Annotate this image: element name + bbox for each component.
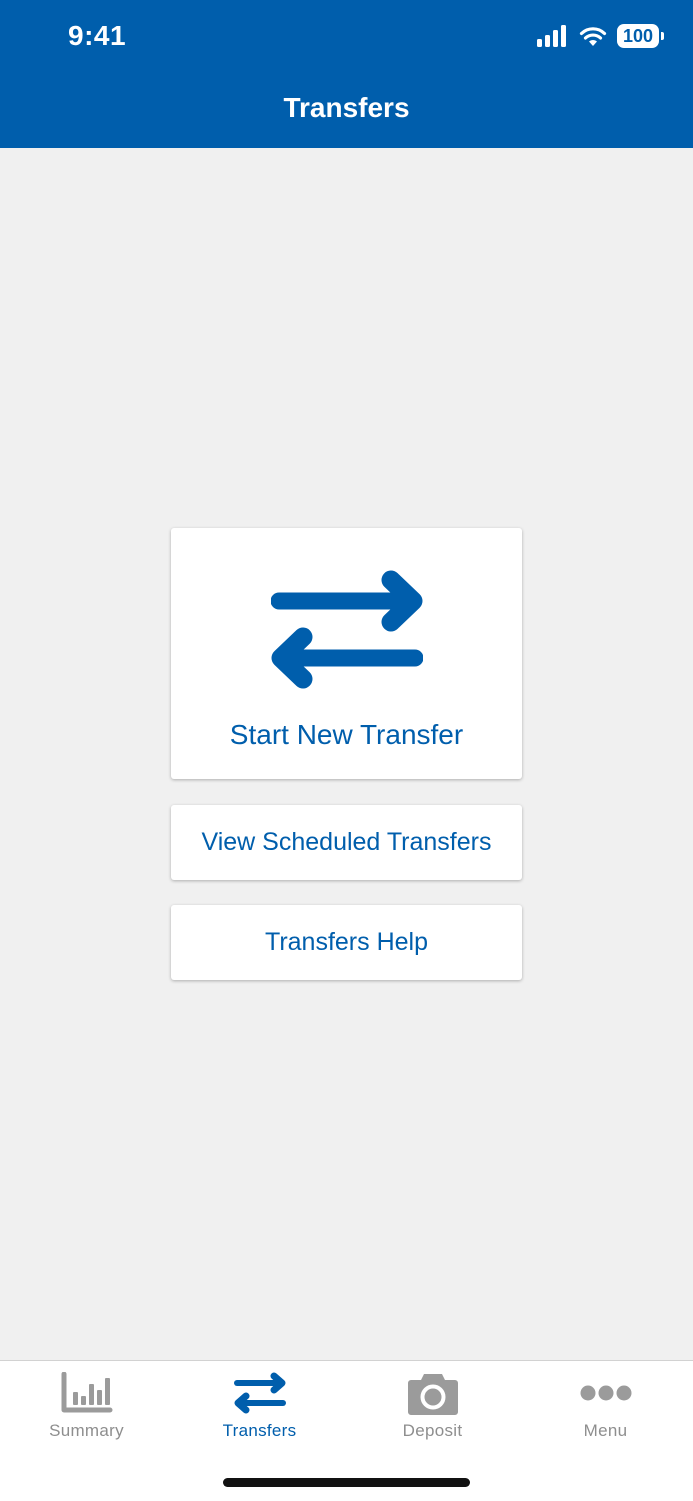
tab-deposit[interactable]: Deposit — [346, 1361, 519, 1461]
more-dots-icon — [519, 1371, 692, 1415]
transfer-arrows-icon — [173, 1371, 346, 1415]
transfers-help-button[interactable]: Transfers Help — [171, 905, 522, 980]
camera-icon — [346, 1371, 519, 1415]
status-icons: 100 — [537, 24, 664, 48]
view-scheduled-transfers-button[interactable]: View Scheduled Transfers — [171, 805, 522, 880]
battery-icon: 100 — [617, 24, 664, 48]
tab-transfers[interactable]: Transfers — [173, 1361, 346, 1461]
tab-menu[interactable]: Menu — [519, 1361, 692, 1461]
tab-menu-label: Menu — [583, 1421, 628, 1440]
status-time: 9:41 — [68, 20, 127, 51]
home-indicator — [223, 1478, 470, 1487]
start-new-transfer-button[interactable]: Start New Transfer — [171, 528, 522, 779]
bar-chart-icon — [0, 1371, 173, 1415]
tab-deposit-label: Deposit — [402, 1421, 463, 1440]
wifi-icon — [579, 27, 607, 46]
page-title: Transfers — [283, 92, 410, 123]
transfer-arrows-icon — [271, 570, 423, 689]
cellular-signal-icon — [537, 25, 566, 47]
tab-transfers-label: Transfers — [222, 1421, 297, 1440]
tab-summary-label: Summary — [49, 1421, 124, 1440]
start-new-transfer-label: Start New Transfer — [229, 719, 464, 750]
tab-summary[interactable]: Summary — [0, 1361, 173, 1461]
app-header: 9:41 100 Transfers — [0, 0, 693, 148]
